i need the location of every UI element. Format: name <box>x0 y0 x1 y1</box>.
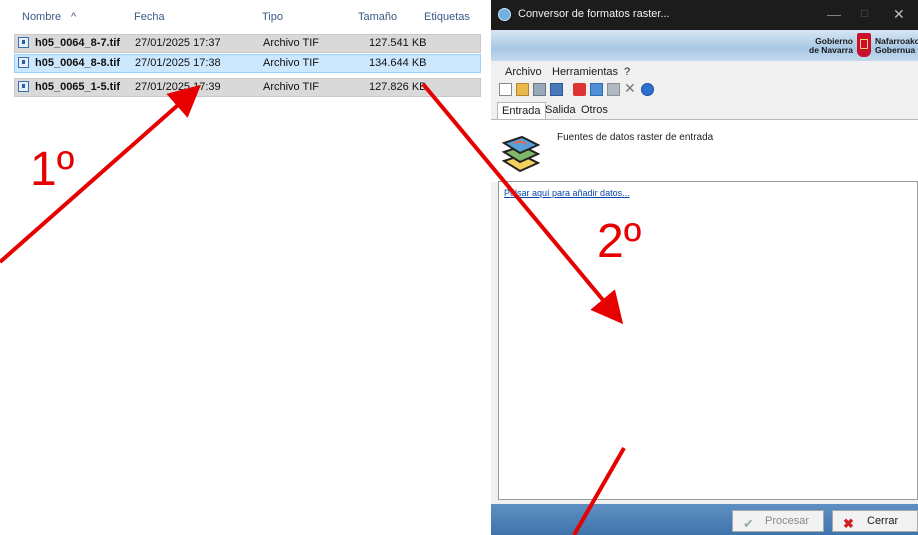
title-bar[interactable]: Conversor de formatos raster... — □ ✕ <box>491 0 918 30</box>
add-layer-icon[interactable] <box>573 83 586 96</box>
raster-layers-icon <box>501 135 541 173</box>
file-row[interactable]: h05_0065_1-5.tif 27/01/2025 17:39 Archiv… <box>14 78 481 97</box>
file-name: h05_0065_1-5.tif <box>35 81 120 93</box>
input-panel: Fuentes de datos raster de entrada <box>491 119 918 182</box>
menu-herramientas[interactable]: Herramientas <box>552 66 618 78</box>
copy-icon[interactable] <box>590 83 603 96</box>
step-1-label: 1º <box>30 143 75 196</box>
file-row[interactable]: h05_0064_8-8.tif 27/01/2025 17:38 Archiv… <box>14 54 481 73</box>
paste-icon[interactable] <box>607 83 620 96</box>
file-name: h05_0064_8-8.tif <box>35 57 120 69</box>
file-explorer: ^ Nombre Fecha Tipo Tamaño Etiquetas h05… <box>0 0 481 535</box>
file-type: Archivo TIF <box>263 57 320 69</box>
new-icon[interactable] <box>499 83 512 96</box>
add-data-link[interactable]: Pulsar aquí para añadir datos... <box>504 188 630 198</box>
process-label: Procesar <box>765 515 810 527</box>
menu-bar: Archivo Herramientas ? <box>491 62 918 80</box>
help-icon[interactable] <box>641 83 654 96</box>
tif-file-icon <box>18 81 29 92</box>
delete-icon[interactable]: ✕ <box>624 81 637 95</box>
window-title: Conversor de formatos raster... <box>518 8 670 20</box>
file-date: 27/01/2025 17:37 <box>135 37 221 49</box>
checkmark-icon: ✔ <box>743 516 754 531</box>
step-2-label: 2º <box>597 215 642 268</box>
open-icon[interactable] <box>516 83 529 96</box>
file-date: 27/01/2025 17:38 <box>135 57 221 69</box>
tab-strip: Entrada Salida Otros <box>491 102 918 120</box>
file-size: 127.541 KB <box>369 37 427 49</box>
column-type[interactable]: Tipo <box>262 11 283 23</box>
save-icon[interactable] <box>533 83 546 96</box>
panel-title: Fuentes de datos raster de entrada <box>557 132 714 143</box>
file-size: 134.644 KB <box>369 57 427 69</box>
tab-salida[interactable]: Salida <box>541 102 580 119</box>
input-data-list[interactable]: Pulsar aquí para añadir datos... <box>498 181 918 500</box>
header-banner <box>491 30 918 61</box>
column-name[interactable]: Nombre <box>22 11 61 23</box>
raster-converter-window: Conversor de formatos raster... — □ ✕ Go… <box>491 0 918 535</box>
nafarroako-gobernua-text: Nafarroako Gobernua <box>875 36 918 55</box>
minimize-icon[interactable]: — <box>827 6 841 22</box>
close-label: Cerrar <box>867 515 899 527</box>
menu-help[interactable]: ? <box>624 66 630 78</box>
close-icon[interactable]: ✕ <box>893 6 905 23</box>
column-size[interactable]: Tamaño <box>358 11 397 23</box>
menu-archivo[interactable]: Archivo <box>505 66 542 78</box>
red-x-icon: ✖ <box>843 516 854 531</box>
column-header: ^ Nombre Fecha Tipo Tamaño Etiquetas <box>0 0 478 26</box>
sort-ascending-icon: ^ <box>71 11 77 23</box>
file-type: Archivo TIF <box>263 37 320 49</box>
save-as-icon[interactable] <box>550 83 563 96</box>
tab-otros[interactable]: Otros <box>577 102 612 119</box>
toolbar: ✕ <box>491 81 918 99</box>
tif-file-icon <box>18 57 29 68</box>
file-size: 127.826 KB <box>369 81 427 93</box>
column-date[interactable]: Fecha <box>134 11 165 23</box>
file-date: 27/01/2025 17:39 <box>135 81 221 93</box>
gobierno-navarra-text: Gobierno de Navarra <box>809 36 853 55</box>
column-tags[interactable]: Etiquetas <box>424 11 470 23</box>
tif-file-icon <box>18 37 29 48</box>
file-type: Archivo TIF <box>263 81 320 93</box>
maximize-icon[interactable]: □ <box>861 6 868 20</box>
file-row[interactable]: h05_0064_8-7.tif 27/01/2025 17:37 Archiv… <box>14 34 481 53</box>
process-button[interactable]: ✔ Procesar <box>732 510 824 532</box>
file-name: h05_0064_8-7.tif <box>35 37 120 49</box>
app-icon <box>498 8 511 21</box>
close-button[interactable]: ✖ Cerrar <box>832 510 918 532</box>
tab-entrada[interactable]: Entrada <box>497 102 546 119</box>
navarra-shield-icon <box>857 33 871 57</box>
